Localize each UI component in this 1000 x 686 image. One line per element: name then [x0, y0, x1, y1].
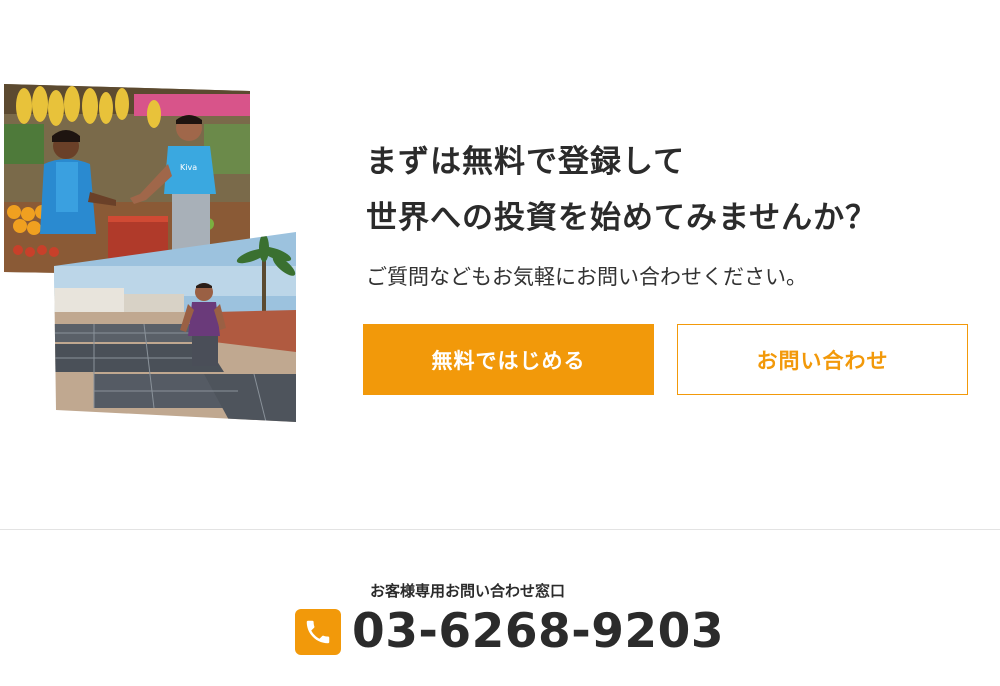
cta-headline-line2: 世界への投資を始めてみませんか？	[366, 200, 878, 236]
phone-number-link[interactable]: 03-6268-9203	[352, 602, 724, 662]
contact-label: お客様専用お問い合わせ窓口	[370, 582, 566, 600]
cta-headline-line1: まずは無料で登録して	[366, 144, 686, 180]
contact-button[interactable]: お問い合わせ	[677, 324, 968, 395]
section-divider	[0, 529, 1000, 530]
svg-text:Kiva: Kiva	[180, 163, 197, 172]
start-free-button[interactable]: 無料ではじめる	[363, 324, 654, 395]
cta-headline: まずは無料で登録して 世界への投資を始めてみませんか？	[366, 134, 976, 246]
cta-subtext: ご質問などもお気軽にお問い合わせください。	[366, 265, 807, 289]
phone-icon	[295, 609, 341, 655]
page: Kiva まずは無料で登録して 世界への投資を始めてみませんか？ ご質問などもお…	[0, 0, 1000, 686]
